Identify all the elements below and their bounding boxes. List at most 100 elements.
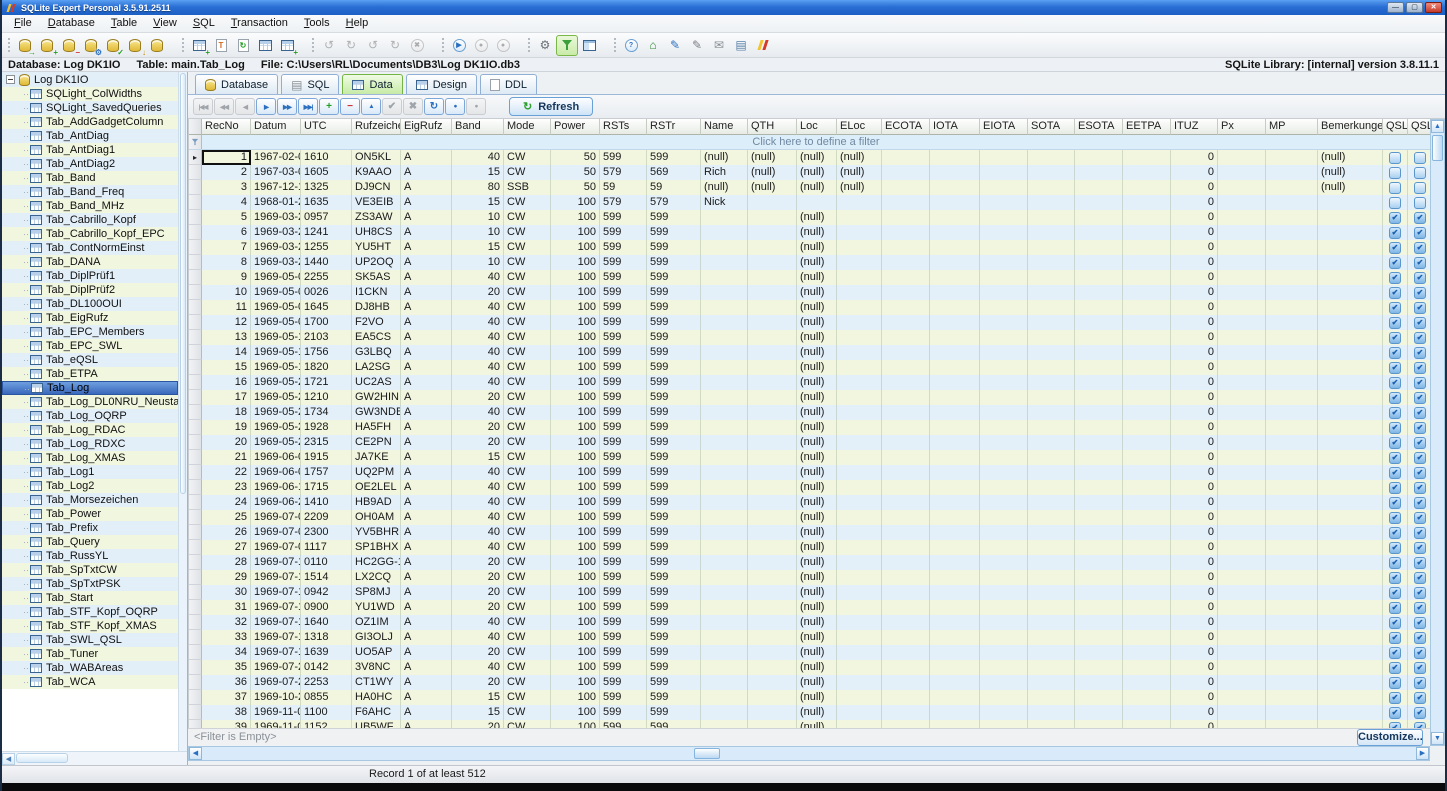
grid-cell[interactable]: A: [401, 150, 452, 165]
grid-cell[interactable]: 599: [647, 510, 701, 525]
grid-cell[interactable]: 1700: [301, 315, 352, 330]
grid-cell[interactable]: [748, 375, 797, 390]
grid-cell[interactable]: 0: [1171, 495, 1218, 510]
grid-cell[interactable]: 40: [452, 270, 504, 285]
grid-cell[interactable]: [1218, 255, 1266, 270]
column-header-ecota[interactable]: ECOTA: [882, 119, 930, 135]
grid-cell[interactable]: [1075, 225, 1123, 240]
restore-button[interactable]: ▢: [1406, 2, 1423, 13]
grid-cell[interactable]: 19: [202, 420, 251, 435]
grid-cell[interactable]: JA7KE: [352, 450, 401, 465]
grid-cell[interactable]: [980, 600, 1028, 615]
grid-cell[interactable]: [1218, 480, 1266, 495]
tree-item-tab_contnormeinst[interactable]: Tab_ContNormEinst: [2, 241, 178, 255]
grid-cell[interactable]: 38: [202, 705, 251, 720]
qsl-checkbox[interactable]: ✔: [1389, 302, 1401, 314]
grid-cell[interactable]: 0: [1171, 570, 1218, 585]
grid-cell[interactable]: HB9AD: [352, 495, 401, 510]
grid-cell[interactable]: [1318, 450, 1383, 465]
grid-cell[interactable]: 1967-03-09: [251, 165, 301, 180]
next-page-button[interactable]: ▶▶: [277, 98, 297, 115]
grid-cell[interactable]: 1969-07-11: [251, 555, 301, 570]
grid-cell[interactable]: 569: [647, 165, 701, 180]
grid-cell[interactable]: [1266, 675, 1318, 690]
grid-cell[interactable]: 599: [600, 345, 647, 360]
grid-cell[interactable]: [1266, 195, 1318, 210]
tree-item-tab_band[interactable]: Tab_Band: [2, 171, 178, 185]
grid-cell[interactable]: [748, 435, 797, 450]
grid-cell[interactable]: 599: [600, 615, 647, 630]
qsl-checkbox[interactable]: ✔: [1414, 617, 1426, 629]
grid-cell[interactable]: [1318, 660, 1383, 675]
grid-cell[interactable]: [1028, 450, 1075, 465]
qsl-checkbox[interactable]: ✔: [1389, 572, 1401, 584]
grid-cell[interactable]: [882, 450, 930, 465]
grid-cell[interactable]: [980, 510, 1028, 525]
grid-cell[interactable]: [1123, 420, 1171, 435]
qsl-checkbox[interactable]: ✔: [1414, 452, 1426, 464]
grid-cell[interactable]: [1218, 450, 1266, 465]
grid-cell[interactable]: [701, 210, 748, 225]
grid-cell[interactable]: [1318, 270, 1383, 285]
grid-cell[interactable]: (null): [797, 720, 837, 728]
grid-cell[interactable]: [837, 435, 882, 450]
qsl-checkbox[interactable]: ✔: [1414, 692, 1426, 704]
grid-cell[interactable]: [1218, 720, 1266, 728]
grid-cell[interactable]: [1266, 165, 1318, 180]
grid-cell[interactable]: [1218, 630, 1266, 645]
grid-cell[interactable]: A: [401, 360, 452, 375]
grid-cell[interactable]: 0: [1171, 300, 1218, 315]
grid-cell[interactable]: [1075, 375, 1123, 390]
grid-cell[interactable]: [980, 300, 1028, 315]
grid-cell[interactable]: 1969-05-27: [251, 405, 301, 420]
qsl-checkbox[interactable]: ✔: [1414, 707, 1426, 719]
column-header-name[interactable]: Name: [701, 119, 748, 135]
grid-cell[interactable]: [1266, 585, 1318, 600]
grid-cell[interactable]: CW: [504, 690, 551, 705]
grid-cell[interactable]: 0: [1171, 645, 1218, 660]
grid-cell[interactable]: [1123, 495, 1171, 510]
grid-cell[interactable]: 0: [1171, 390, 1218, 405]
grid-cell[interactable]: 24: [202, 495, 251, 510]
grid-cell[interactable]: [1318, 195, 1383, 210]
grid-cell[interactable]: 100: [551, 210, 600, 225]
grid-cell[interactable]: [930, 315, 980, 330]
grid-cell[interactable]: GI3OLJ: [352, 630, 401, 645]
tree-item-tab_swl_qsl[interactable]: Tab_SWL_QSL: [2, 633, 178, 647]
grid-cell[interactable]: 1969-05-29: [251, 435, 301, 450]
grid-cell[interactable]: [1318, 360, 1383, 375]
tree-item-tab_log_dl0nru_neustadt800[interactable]: Tab_Log_DL0NRU_Neustadt800: [2, 395, 178, 409]
column-header-qsls[interactable]: QSLs: [1408, 119, 1430, 135]
grid-cell[interactable]: 1969-05-04: [251, 315, 301, 330]
grid-cell[interactable]: 0942: [301, 585, 352, 600]
grid-cell[interactable]: [1266, 390, 1318, 405]
grid-cell[interactable]: GW3NDB: [352, 405, 401, 420]
grid-cell[interactable]: [1218, 690, 1266, 705]
help-icon[interactable]: ?: [620, 35, 642, 56]
grid-cell[interactable]: (null): [837, 165, 882, 180]
qsl-checkbox[interactable]: ✔: [1389, 527, 1401, 539]
grid-cell[interactable]: [930, 240, 980, 255]
grid-cell[interactable]: UH8CS: [352, 225, 401, 240]
qsl-checkbox[interactable]: ✔: [1414, 662, 1426, 674]
grid-cell[interactable]: [930, 570, 980, 585]
grid-cell[interactable]: [1218, 420, 1266, 435]
grid-cell[interactable]: [748, 480, 797, 495]
grid-cell[interactable]: (null): [797, 675, 837, 690]
grid-cell[interactable]: 100: [551, 360, 600, 375]
grid-cell[interactable]: 599: [647, 360, 701, 375]
grid-cell[interactable]: (null): [797, 420, 837, 435]
grid-cell[interactable]: [980, 540, 1028, 555]
grid-cell[interactable]: (null): [797, 375, 837, 390]
grid-cell[interactable]: [980, 150, 1028, 165]
grid-cell[interactable]: 100: [551, 240, 600, 255]
column-header-rstr[interactable]: RSTr: [647, 119, 701, 135]
grid-cell[interactable]: 2: [202, 165, 251, 180]
tree-item-tab_epc_swl[interactable]: Tab_EPC_SWL: [2, 339, 178, 353]
grid-cell[interactable]: [837, 690, 882, 705]
grid-cell[interactable]: [930, 390, 980, 405]
grid-cell[interactable]: [930, 720, 980, 728]
grid-cell[interactable]: 12: [202, 315, 251, 330]
grid-cell[interactable]: 1635: [301, 195, 352, 210]
grid-cell[interactable]: [1028, 360, 1075, 375]
